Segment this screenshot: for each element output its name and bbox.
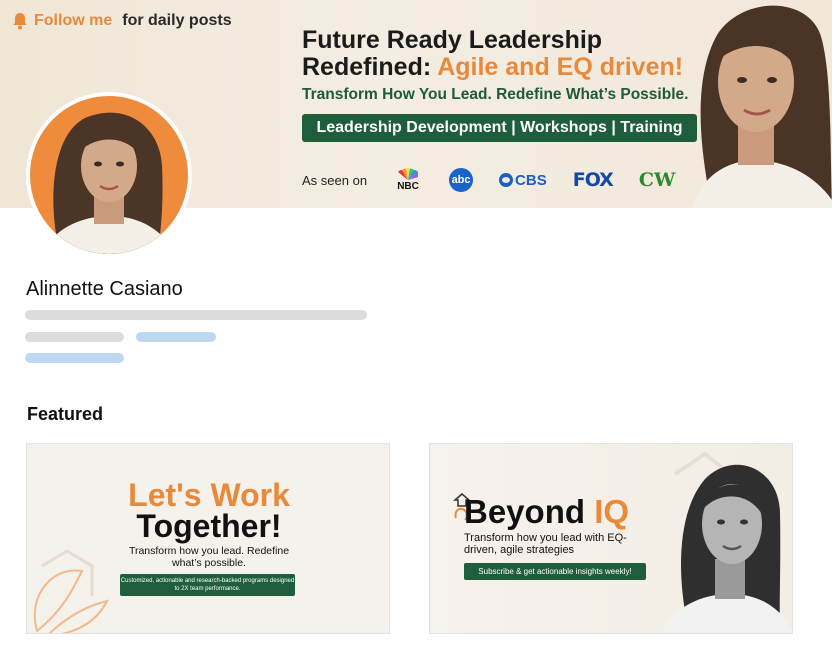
card2-title-orange: IQ [594,493,630,530]
brain-leaf-illustration [33,549,109,633]
card2-title: Beyond IQ [464,493,629,531]
cbs-logo-icon: CBS [499,172,547,189]
banner-services-pill: Leadership Development | Workshops | Tra… [302,114,697,142]
featured-heading: Featured [27,404,104,424]
featured-card-lets-work[interactable]: Let's Work Together! Transform how you l… [26,443,390,634]
banner-title: Future Ready Leadership Redefined: Agile… [302,27,722,81]
card1-title: Let's Work Together! [27,477,389,544]
cw-logo-icon: CW [638,169,676,191]
follow-callout[interactable]: Follow me for daily posts [12,12,232,30]
fox-logo-icon: FOX [572,169,614,191]
as-seen-on-label: As seen on [302,172,368,188]
abc-logo-icon: abc [449,168,474,192]
bell-icon [13,13,27,30]
banner-title-accent: Agile and EQ driven! [437,53,684,81]
follow-rest-text: for daily posts [122,12,232,29]
contact-info-placeholder[interactable] [136,332,216,342]
headline-placeholder [25,310,367,320]
card2-subtitle: Transform how you lead with EQ-driven, a… [464,532,627,556]
profile-avatar[interactable] [26,92,192,258]
card1-title-orange: Let's Work [128,477,290,513]
follow-me-text: Follow me [34,12,113,29]
banner-title-line2: Redefined: [302,53,438,81]
card1-pill: Customized, actionable and research-back… [120,574,295,596]
card2-title-dark: Beyond [464,493,595,530]
card1-subtitle: Transform how you lead. Redefine what’s … [128,545,290,569]
card1-title-dark: Together! [136,508,282,544]
banner-subtitle: Transform How You Lead. Redefine What’s … [302,86,689,103]
banner-portrait-photo [672,0,832,208]
nbc-logo-text: NBC [397,181,419,192]
card2-pill: Subscribe & get actionable insights week… [464,563,646,580]
nbc-logo-icon: NBC [393,168,423,192]
location-placeholder [25,332,124,342]
banner-title-line1: Future Ready Leadership [302,26,603,54]
featured-card-beyond-iq[interactable]: Beyond IQ Transform how you lead with EQ… [429,443,793,634]
connections-placeholder[interactable] [25,353,124,363]
card2-portrait-photo [655,444,792,633]
profile-name: Alinnette Casiano [26,278,183,300]
cbs-eye-icon [499,173,514,187]
cbs-logo-text: CBS [515,171,547,189]
as-seen-on-row: As seen on NBC abc CBS FOX CW [302,168,675,192]
